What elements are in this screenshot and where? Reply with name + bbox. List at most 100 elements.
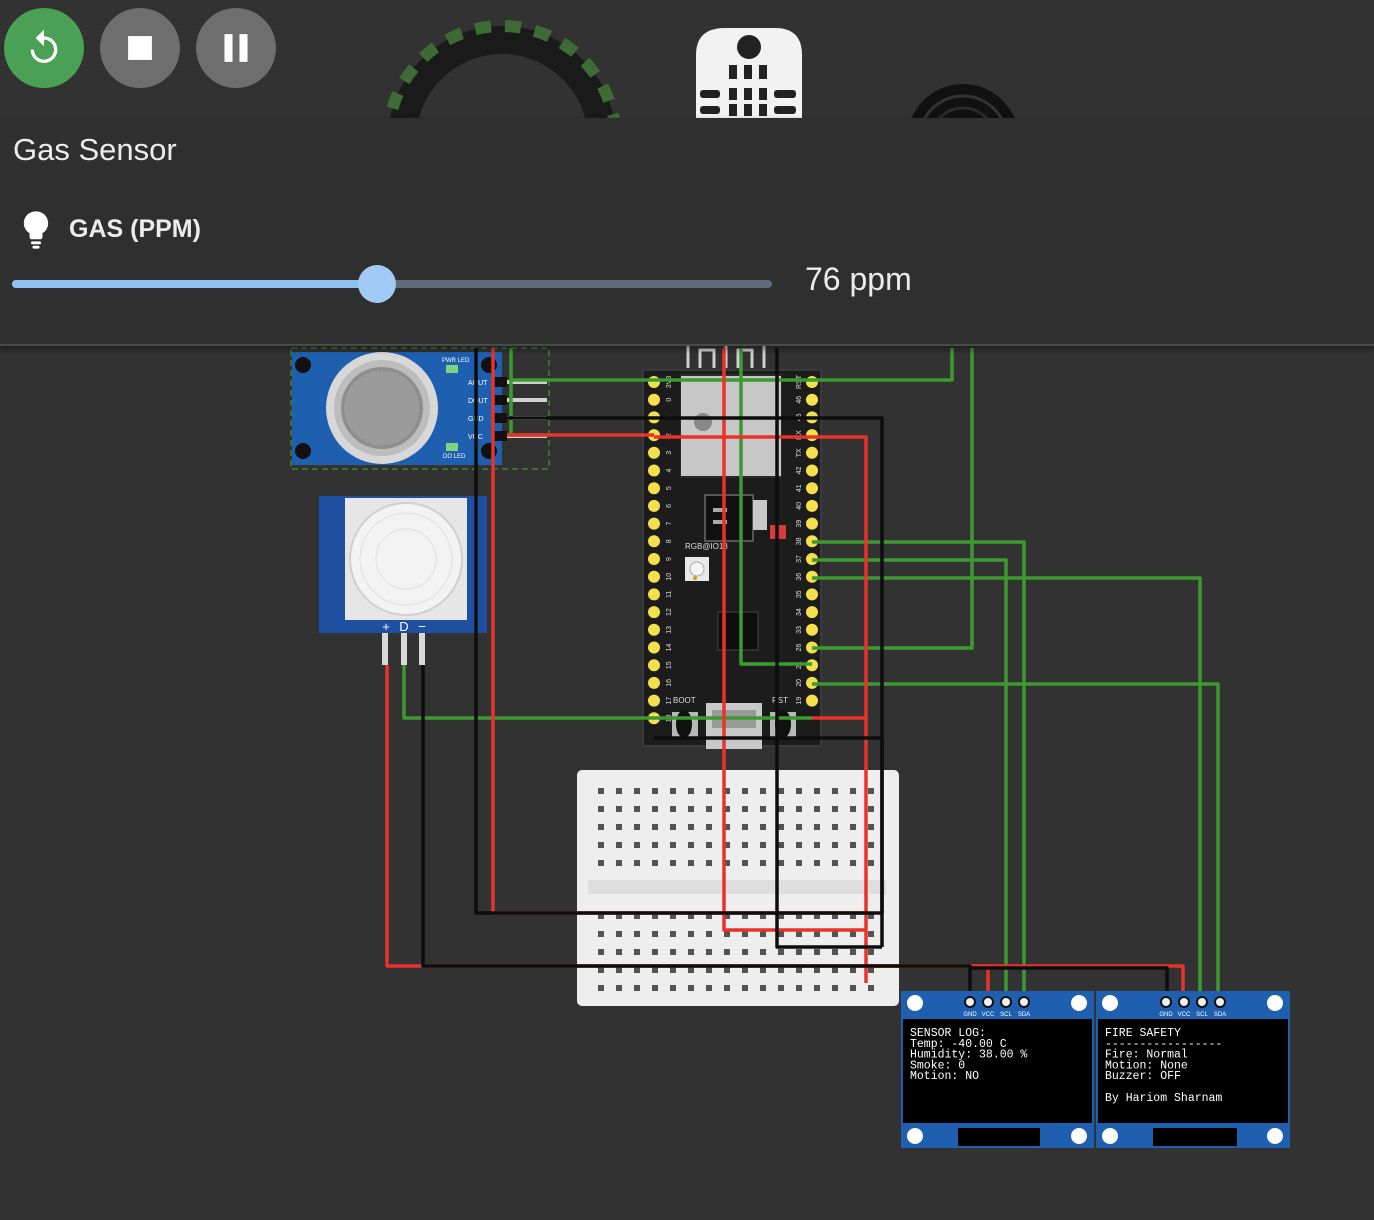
breadboard-hole[interactable]: [796, 860, 802, 866]
breadboard-hole[interactable]: [850, 824, 856, 830]
esp-pin-left[interactable]: [648, 641, 660, 654]
breadboard-hole[interactable]: [634, 842, 640, 848]
breadboard-hole[interactable]: [706, 788, 712, 794]
breadboard-hole[interactable]: [616, 842, 622, 848]
breadboard-hole[interactable]: [598, 824, 604, 830]
breadboard-hole[interactable]: [742, 806, 748, 812]
esp-pin-left[interactable]: [648, 623, 660, 636]
breadboard-hole[interactable]: [670, 931, 676, 937]
breadboard-hole[interactable]: [796, 806, 802, 812]
breadboard-hole[interactable]: [688, 842, 694, 848]
pause-button[interactable]: [196, 8, 276, 88]
esp-pin-right[interactable]: [806, 446, 818, 459]
breadboard-hole[interactable]: [868, 931, 874, 937]
slider-thumb[interactable]: [357, 265, 396, 303]
oled-pin[interactable]: [1214, 996, 1226, 1008]
breadboard-hole[interactable]: [850, 806, 856, 812]
breadboard-hole[interactable]: [724, 931, 730, 937]
gas-ppm-slider[interactable]: [12, 265, 772, 303]
breadboard-hole[interactable]: [706, 824, 712, 830]
breadboard-hole[interactable]: [688, 949, 694, 955]
esp-pin-left[interactable]: [648, 376, 660, 388]
esp-pin-left[interactable]: [648, 393, 660, 406]
breadboard-hole[interactable]: [796, 949, 802, 955]
breadboard-hole[interactable]: [616, 860, 622, 866]
mq2-pin[interactable]: [493, 413, 507, 423]
breadboard-hole[interactable]: [814, 788, 820, 794]
breadboard-hole[interactable]: [634, 967, 640, 973]
breadboard-hole[interactable]: [616, 967, 622, 973]
breadboard-hole[interactable]: [832, 806, 838, 812]
breadboard-hole[interactable]: [742, 824, 748, 830]
breadboard-hole[interactable]: [616, 806, 622, 812]
breadboard-hole[interactable]: [616, 985, 622, 991]
breadboard-hole[interactable]: [652, 967, 658, 973]
breadboard-hole[interactable]: [850, 842, 856, 848]
breadboard-hole[interactable]: [688, 931, 694, 937]
breadboard-hole[interactable]: [742, 842, 748, 848]
breadboard-hole[interactable]: [706, 806, 712, 812]
esp-pin-left[interactable]: [648, 499, 660, 512]
esp-pin-left[interactable]: [648, 570, 660, 583]
breadboard-hole[interactable]: [634, 985, 640, 991]
breadboard-hole[interactable]: [706, 985, 712, 991]
breadboard-hole[interactable]: [796, 788, 802, 794]
breadboard-hole[interactable]: [616, 824, 622, 830]
breadboard-hole[interactable]: [868, 985, 874, 991]
breadboard-hole[interactable]: [652, 824, 658, 830]
breadboard-hole[interactable]: [832, 985, 838, 991]
breadboard-hole[interactable]: [598, 931, 604, 937]
breadboard-hole[interactable]: [832, 931, 838, 937]
breadboard-hole[interactable]: [796, 967, 802, 973]
breadboard-hole[interactable]: [832, 967, 838, 973]
breadboard-hole[interactable]: [868, 949, 874, 955]
esp-pin-right[interactable]: [806, 623, 818, 636]
breadboard-hole[interactable]: [868, 806, 874, 812]
breadboard-hole[interactable]: [814, 949, 820, 955]
breadboard-hole[interactable]: [688, 824, 694, 830]
breadboard-hole[interactable]: [778, 842, 784, 848]
breadboard-hole[interactable]: [670, 949, 676, 955]
breadboard-hole[interactable]: [670, 824, 676, 830]
breadboard-hole[interactable]: [742, 967, 748, 973]
esp-pin-left[interactable]: [648, 482, 660, 495]
esp-pin-right[interactable]: [806, 606, 818, 619]
oled-pin[interactable]: [1196, 996, 1208, 1008]
breadboard-hole[interactable]: [598, 860, 604, 866]
breadboard-hole[interactable]: [742, 931, 748, 937]
breadboard-hole[interactable]: [724, 985, 730, 991]
breadboard-hole[interactable]: [850, 949, 856, 955]
mq2-pin[interactable]: [493, 395, 507, 405]
esp-pin-left[interactable]: [648, 446, 660, 459]
pir-motion-sensor[interactable]: + D −: [319, 496, 487, 665]
breadboard-hole[interactable]: [670, 985, 676, 991]
oled-pin[interactable]: [1018, 996, 1030, 1008]
oled-pin[interactable]: [1178, 996, 1190, 1008]
esp-pin-left[interactable]: [648, 464, 660, 477]
breadboard-hole[interactable]: [778, 985, 784, 991]
esp32-board[interactable]: 3V30123456789101112131415161718RST4645RX…: [642, 340, 822, 749]
breadboard-hole[interactable]: [868, 842, 874, 848]
breadboard-hole[interactable]: [778, 931, 784, 937]
breadboard-hole[interactable]: [616, 788, 622, 794]
breadboard-hole[interactable]: [688, 806, 694, 812]
breadboard-hole[interactable]: [634, 788, 640, 794]
breadboard-hole[interactable]: [778, 860, 784, 866]
breadboard-hole[interactable]: [724, 949, 730, 955]
breadboard-hole[interactable]: [634, 931, 640, 937]
breadboard-hole[interactable]: [814, 931, 820, 937]
breadboard-hole[interactable]: [796, 931, 802, 937]
breadboard-hole[interactable]: [832, 842, 838, 848]
esp-pin-left[interactable]: [648, 553, 660, 565]
esp-pin-left[interactable]: [648, 659, 660, 672]
esp-pin-right[interactable]: [806, 376, 818, 388]
breadboard-hole[interactable]: [634, 860, 640, 866]
breadboard-hole[interactable]: [814, 967, 820, 973]
breadboard-hole[interactable]: [634, 949, 640, 955]
breadboard-hole[interactable]: [760, 931, 766, 937]
breadboard-hole[interactable]: [778, 949, 784, 955]
breadboard-hole[interactable]: [670, 842, 676, 848]
restart-button[interactable]: [4, 8, 84, 88]
breadboard-hole[interactable]: [850, 967, 856, 973]
oled-pin[interactable]: [1000, 996, 1012, 1008]
